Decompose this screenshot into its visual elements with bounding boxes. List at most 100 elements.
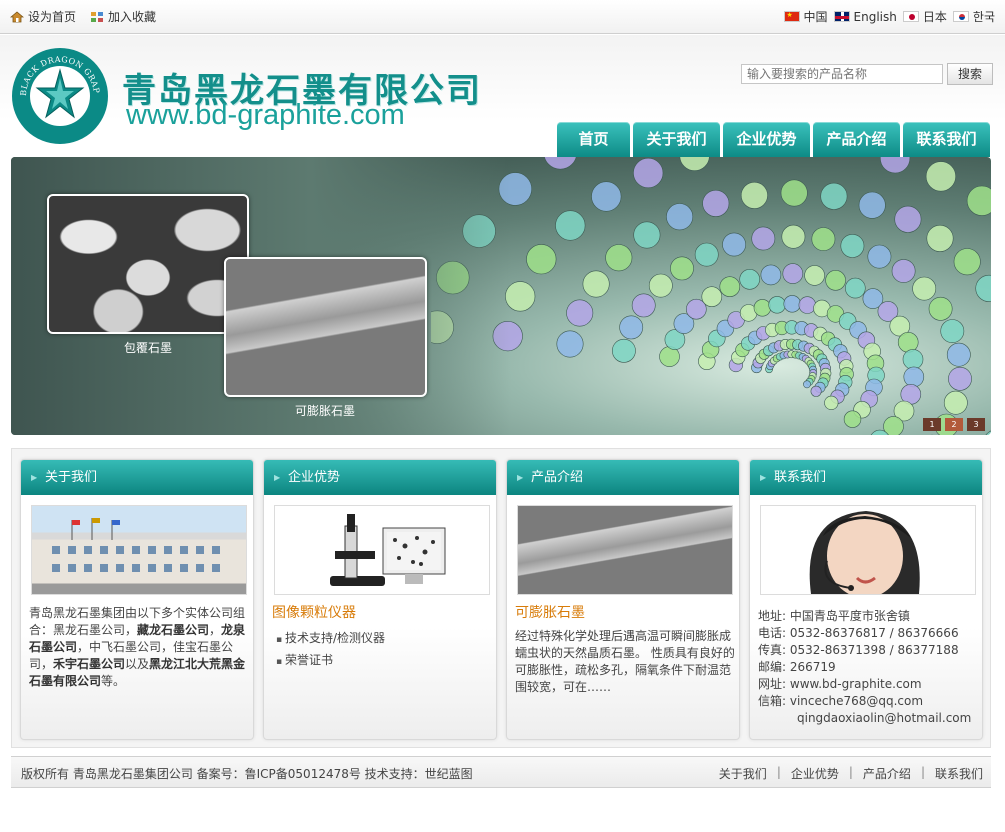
bead-decoration (648, 273, 673, 298)
top-bar: 设为首页 加入收藏 中国 English 日本 한국 (0, 0, 1005, 34)
contact-postcode: 邮编: 266719 (758, 659, 978, 676)
bead-decoration (928, 296, 953, 321)
bead-decoration (946, 342, 971, 367)
bead-decoration (780, 179, 808, 207)
banner-caption-expandable: 可膨胀石墨 (295, 404, 356, 418)
hero-banner[interactable]: 包覆石墨 可膨胀石墨 1 2 3 (11, 157, 991, 435)
contact-phone-value: 0532-86376817 / 86376666 (789, 626, 959, 640)
home-icon (10, 10, 24, 22)
about-box-title[interactable]: 关于我们 (21, 460, 253, 495)
bead-decoration (844, 277, 866, 299)
footer-link-products[interactable]: 产品介绍 (863, 765, 911, 782)
bead-decoration (739, 269, 761, 290)
bead-decoration (591, 181, 622, 212)
products-subtitle[interactable]: 可膨胀石墨 (515, 605, 735, 622)
bead-decoration (926, 224, 954, 252)
company-building-image[interactable] (31, 505, 247, 595)
contact-box: 联系我们 地址: 中国青岛平度市张舍镇 电话: 0532-86376817 / … (749, 459, 983, 740)
lang-japanese[interactable]: 日本 (902, 8, 947, 25)
nav-advantage[interactable]: 企业优势 (723, 122, 810, 157)
lang-korean-label: 한국 (972, 10, 995, 24)
bead-decoration (768, 296, 786, 314)
bead-decoration (566, 299, 594, 327)
lang-chinese-label: 中国 (803, 10, 828, 24)
slide-dot-3[interactable]: 3 (967, 418, 985, 431)
slide-dot-2[interactable]: 2 (945, 418, 963, 431)
search-input[interactable] (741, 64, 943, 84)
bead-decoration (804, 265, 825, 286)
about-box: 关于我们 青岛黑龙石墨集团由以下多个实体公司组合：黑龙石墨公司，藏龙石墨公司，龙… (20, 459, 254, 740)
bead-decoration (903, 366, 925, 388)
bead-decoration (843, 410, 862, 428)
bead-decoration (811, 227, 836, 252)
lang-english[interactable]: English (833, 8, 897, 25)
nav-home[interactable]: 首页 (557, 122, 630, 157)
advantage-list: 技术支持/检测仪器 荣誉证书 (272, 628, 492, 672)
top-left-links: 设为首页 加入收藏 (10, 8, 156, 25)
bead-decoration (556, 330, 584, 358)
lang-japanese-label: 日本 (922, 10, 947, 24)
contact-box-title[interactable]: 联系我们 (750, 460, 982, 495)
add-favorite-label: 加入收藏 (108, 10, 157, 24)
bead-decoration (975, 274, 991, 302)
banner-caption-coated: 包覆石墨 (124, 341, 173, 355)
bead-decoration (810, 385, 822, 397)
set-homepage-link[interactable]: 设为首页 (10, 8, 76, 25)
microscope-illustration (330, 514, 446, 586)
nav-about[interactable]: 关于我们 (633, 122, 720, 157)
advantage-item-tech-support[interactable]: 技术支持/检测仪器 (272, 628, 492, 650)
coated-graphite-photo (47, 194, 249, 334)
contact-postcode-value: 266719 (789, 660, 836, 674)
contact-website-label: 网址: (758, 677, 787, 691)
contact-website-link[interactable]: www.bd-graphite.com (790, 677, 922, 691)
footer-separator: | (776, 765, 781, 779)
bead-decoration (722, 232, 747, 257)
contact-phone: 电话: 0532-86376817 / 86376666 (758, 625, 978, 642)
lang-korean[interactable]: 한국 (952, 8, 995, 25)
bead-decoration (783, 295, 801, 313)
contact-email-link-2[interactable]: qingdaoxiaolin@hotmail.com (797, 711, 971, 725)
search-button[interactable]: 搜索 (947, 63, 993, 85)
bead-decoration (701, 286, 723, 307)
contact-address-label: 地址: (758, 609, 787, 623)
about-bold-1: 藏龙石墨公司 (137, 623, 210, 637)
logo-emblem-icon: BLACK DRAGON GRAPHITE (12, 48, 106, 142)
add-favorite-link[interactable]: 加入收藏 (90, 8, 156, 25)
advantage-box-title[interactable]: 企业优势 (264, 460, 496, 495)
bead-decoration (526, 244, 557, 275)
advantage-content: 图像颗粒仪器 技术支持/检测仪器 荣誉证书 (272, 605, 492, 672)
company-url: www.bd-graphite.com (126, 99, 405, 131)
about-text-5: 等。 (101, 674, 126, 688)
japan-flag-icon (902, 11, 919, 22)
bead-decoration (840, 234, 865, 258)
contact-email-link-1[interactable]: vinceche768@qq.com (790, 694, 923, 708)
main-nav: 首页 关于我们 企业优势 产品介绍 联系我们 (557, 122, 990, 157)
company-logo[interactable]: BLACK DRAGON GRAPHITE (12, 48, 108, 144)
products-box-title[interactable]: 产品介绍 (507, 460, 739, 495)
uk-flag-icon (833, 11, 850, 22)
microscope-instrument-image[interactable] (274, 505, 490, 595)
bead-decoration (966, 185, 991, 216)
bead-decoration (702, 189, 730, 217)
bead-decoration (611, 338, 636, 363)
advantage-subtitle[interactable]: 图像颗粒仪器 (272, 605, 492, 622)
expandable-graphite-image[interactable] (517, 505, 733, 595)
lang-chinese[interactable]: 中国 (783, 8, 828, 25)
content-area: 关于我们 青岛黑龙石墨集团由以下多个实体公司组合：黑龙石墨公司，藏龙石墨公司，龙… (11, 448, 991, 748)
footer-links: 关于我们 | 企业优势 | 产品介绍 | 联系我们 (719, 765, 983, 782)
contact-postcode-label: 邮编: (758, 660, 787, 674)
bead-decoration (751, 226, 776, 251)
footer-link-contact[interactable]: 联系我们 (935, 765, 983, 782)
nav-contact[interactable]: 联系我们 (903, 122, 990, 157)
footer-link-advantage[interactable]: 企业优势 (791, 765, 839, 782)
footer-link-about[interactable]: 关于我们 (719, 765, 767, 782)
slide-dot-1[interactable]: 1 (923, 418, 941, 431)
bead-decoration (694, 242, 719, 267)
bead-decoration (582, 270, 610, 298)
advantage-item-certificates[interactable]: 荣誉证书 (272, 650, 492, 672)
bead-decoration (858, 191, 886, 219)
bead-decoration (948, 366, 972, 391)
nav-products[interactable]: 产品介绍 (813, 122, 900, 157)
customer-service-image[interactable] (760, 505, 976, 598)
products-description: 经过特殊化学处理后遇高温可瞬间膨胀成蠕虫状的天然晶质石墨。 性质具有良好的可膨胀… (515, 629, 735, 694)
